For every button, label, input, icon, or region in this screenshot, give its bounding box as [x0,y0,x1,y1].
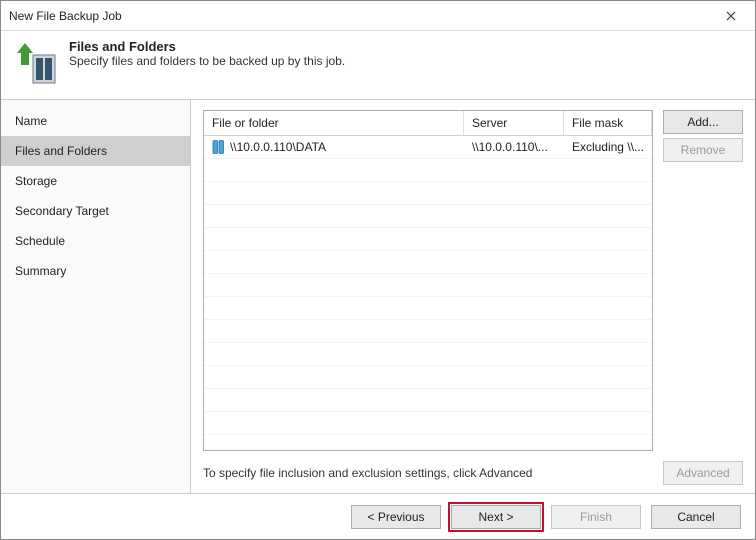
wizard-body: Name Files and Folders Storage Secondary… [1,99,755,493]
wizard-footer: < Previous Next > Finish Cancel [1,493,755,539]
col-file-mask[interactable]: File mask [564,111,652,135]
wizard-header-icon [11,39,59,87]
col-server[interactable]: Server [464,111,564,135]
cell-server: \\10.0.0.110\... [464,140,564,154]
share-icon [212,140,226,154]
cell-path-text: \\10.0.0.110\DATA [230,140,326,154]
remove-button: Remove [663,138,743,162]
wizard-window: New File Backup Job Files and Folders Sp… [0,0,756,540]
wizard-main: File or folder Server File mask [191,100,755,493]
side-button-column: Add... Remove [663,110,743,451]
cell-mask: Excluding \\... [564,140,652,154]
hint-text: To specify file inclusion and exclusion … [203,466,663,480]
close-icon[interactable] [715,4,747,28]
previous-button[interactable]: < Previous [351,505,441,529]
advanced-button: Advanced [663,461,743,485]
add-button[interactable]: Add... [663,110,743,134]
cancel-button[interactable]: Cancel [651,505,741,529]
cell-path: \\10.0.0.110\DATA [204,140,464,154]
wizard-sidebar: Name Files and Folders Storage Secondary… [1,100,191,493]
wizard-step-title: Files and Folders [69,39,345,54]
sidebar-item-secondary-target[interactable]: Secondary Target [1,196,190,226]
sidebar-item-files-and-folders[interactable]: Files and Folders [1,136,190,166]
sidebar-item-storage[interactable]: Storage [1,166,190,196]
grid-area: File or folder Server File mask [203,110,743,451]
window-title: New File Backup Job [9,9,715,23]
grid-header: File or folder Server File mask [204,111,652,136]
grid-body[interactable]: \\10.0.0.110\DATA \\10.0.0.110\... Exclu… [204,136,652,450]
wizard-header-text: Files and Folders Specify files and fold… [69,39,345,87]
hint-row: To specify file inclusion and exclusion … [203,461,743,485]
table-row[interactable]: \\10.0.0.110\DATA \\10.0.0.110\... Exclu… [204,136,652,158]
finish-button: Finish [551,505,641,529]
sidebar-item-summary[interactable]: Summary [1,256,190,286]
sidebar-item-name[interactable]: Name [1,106,190,136]
wizard-header: Files and Folders Specify files and fold… [1,31,755,99]
next-button[interactable]: Next > [451,505,541,529]
titlebar: New File Backup Job [1,1,755,31]
sidebar-item-schedule[interactable]: Schedule [1,226,190,256]
wizard-step-subtitle: Specify files and folders to be backed u… [69,54,345,68]
files-grid: File or folder Server File mask [203,110,653,451]
col-file-or-folder[interactable]: File or folder [204,111,464,135]
